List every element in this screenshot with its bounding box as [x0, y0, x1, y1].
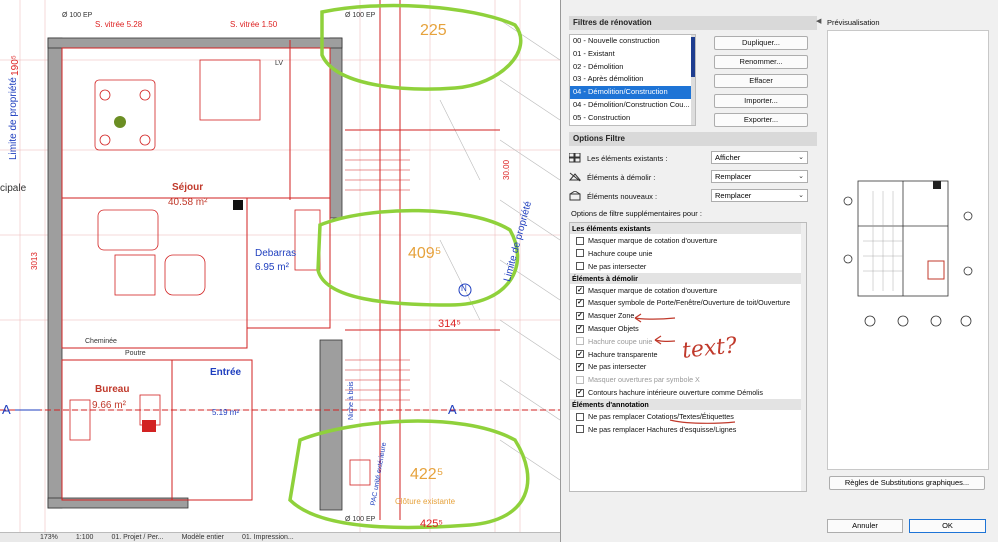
wood-niche-label: Niche à bois	[348, 381, 355, 420]
fireplace-label: Cheminée	[85, 338, 117, 345]
street-label: cipale	[0, 183, 27, 194]
screen: Ø 100 EP Ø 100 EP Ø 100 EP S. vitrée 5.2…	[0, 0, 998, 542]
dim-422: 422⁵	[410, 466, 444, 483]
annotation-overlay	[634, 313, 736, 424]
project-view[interactable]: 01. Projet / Per...	[111, 534, 163, 541]
dim-409: 409⁵	[408, 245, 442, 262]
window-label-b: S. vitrée 1.50	[230, 20, 278, 29]
room-bureau-name: Bureau	[95, 384, 130, 395]
fence-label: Clôture existante	[395, 497, 456, 506]
scale-value[interactable]: 1:100	[76, 534, 94, 541]
beam-label: Poutre	[125, 350, 146, 357]
level-tag-top-left: Ø 100 EP	[62, 12, 93, 19]
room-entree-area: 5.19 m²	[212, 408, 240, 417]
room-debarras-name: Debarras	[255, 248, 297, 259]
section-marker-left: A	[2, 402, 11, 417]
north-arrow-icon: N	[461, 284, 467, 293]
window-label-a: S. vitrée 5.28	[95, 20, 143, 29]
dim-225: 225	[420, 22, 447, 39]
plant-icon	[114, 116, 126, 128]
dim-425: 425⁵	[420, 518, 443, 530]
room-bureau-area: 9.66 m²	[92, 400, 126, 411]
floor-plan-canvas[interactable]: Ø 100 EP Ø 100 EP Ø 100 EP S. vitrée 5.2…	[0, 0, 560, 542]
plan-status-bar: 173% 1:100 01. Projet / Per... Modèle en…	[0, 532, 560, 542]
dim-190: 190⁵	[9, 55, 21, 76]
section-marker-right: A	[448, 402, 457, 417]
lv-label: LV	[275, 60, 284, 67]
level-tag-top: Ø 100 EP	[345, 12, 376, 19]
print-view[interactable]: 01. Impression...	[242, 534, 294, 541]
zoom-level[interactable]: 173%	[40, 534, 58, 541]
dim-3013: 3013	[30, 252, 39, 270]
room-entree-name: Entrée	[210, 367, 242, 378]
dim-3000: 30.00	[502, 159, 511, 180]
model-view[interactable]: Modèle entier	[182, 534, 224, 541]
room-sejour-area: 40.58 m²	[168, 197, 208, 208]
room-sejour-name: Séjour	[172, 182, 204, 193]
dim-314: 314⁵	[438, 318, 461, 330]
level-tag-bottom: Ø 100 EP	[345, 516, 376, 523]
property-limit-left: Limite de propriété	[8, 77, 19, 160]
room-debarras-area: 6.95 m²	[255, 262, 289, 273]
